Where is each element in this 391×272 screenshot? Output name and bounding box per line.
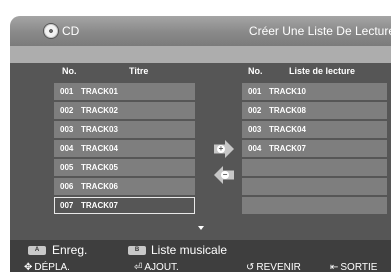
playlist-panel: CD Créer Une Liste De Lecture No. Titre …	[10, 16, 391, 272]
minus-icon: −	[221, 170, 229, 179]
remove-from-playlist-arrow[interactable]: −	[214, 166, 234, 184]
right-header-no: No.	[248, 66, 263, 76]
nav-add-label: AJOUT.	[144, 262, 179, 272]
playlist-track-name: TRACK08	[269, 106, 306, 115]
source-label: CD	[62, 24, 80, 38]
playlist-track-name: TRACK07	[269, 144, 306, 153]
playlist-row-empty[interactable]	[242, 197, 387, 214]
playlist-row[interactable]: 004 TRACK07	[242, 140, 387, 157]
screen-title: Créer Une Liste De Lecture	[248, 24, 391, 38]
playlist-number: 004	[248, 144, 262, 153]
track-name: TRACK04	[81, 144, 118, 153]
add-to-playlist-arrow[interactable]: +	[214, 140, 234, 158]
scroll-down-icon[interactable]	[198, 226, 204, 230]
nav-move-label: DÉPLA.	[34, 262, 70, 272]
playlist-number: 003	[248, 125, 262, 134]
screen: CD Créer Une Liste De Lecture No. Titre …	[0, 0, 391, 272]
track-row[interactable]: 002 TRACK02	[54, 102, 195, 119]
track-list: 001 TRACK01 002 TRACK02 003 TRACK03 004 TRAC…	[54, 83, 195, 216]
exit-icon: ⇤	[330, 262, 339, 272]
track-number: 002	[60, 106, 74, 115]
track-name: TRACK01	[81, 87, 118, 96]
nav-add: ⏎ AJOUT.	[134, 262, 179, 272]
nav-exit[interactable]: ⇤ SORTIE	[330, 262, 377, 272]
nav-move: ✥ DÉPLA.	[24, 262, 70, 272]
nav-exit-label: SORTIE	[340, 262, 378, 272]
cd-icon	[44, 24, 58, 38]
playlist-track-name: TRACK04	[269, 125, 306, 134]
music-list-button[interactable]: Liste musicale	[151, 243, 227, 257]
track-row[interactable]: 004 TRACK04	[54, 140, 195, 157]
playlist-row-empty[interactable]	[242, 178, 387, 195]
track-number: 006	[60, 182, 74, 191]
track-number: 004	[60, 144, 74, 153]
enter-icon: ⏎	[134, 262, 143, 272]
playlist-row-empty[interactable]	[242, 159, 387, 176]
playlist-row[interactable]: 002 TRACK08	[242, 102, 387, 119]
nav-back-label: REVENIR	[256, 262, 301, 272]
sub-bar	[10, 46, 391, 63]
playlist-row[interactable]: 001 TRACK10	[242, 83, 387, 100]
right-header-title: Liste de lecture	[289, 66, 356, 76]
left-header-no: No.	[62, 66, 77, 76]
track-row-selected[interactable]: 007 TRACK07	[54, 197, 195, 214]
track-number: 003	[60, 125, 74, 134]
four-way-arrow-icon: ✥	[24, 262, 33, 272]
nav-back[interactable]: ↺ REVENIR	[246, 262, 301, 272]
title-bar: CD Créer Une Liste De Lecture	[10, 16, 391, 46]
track-number: 007	[60, 201, 74, 210]
playlist-number: 001	[248, 87, 262, 96]
return-icon: ↺	[246, 262, 255, 272]
track-name: TRACK06	[81, 182, 118, 191]
track-name: TRACK03	[81, 125, 118, 134]
playlist-row[interactable]: 003 TRACK04	[242, 121, 387, 138]
playlist-number: 002	[248, 106, 262, 115]
track-row[interactable]: 006 TRACK06	[54, 178, 195, 195]
track-name: TRACK05	[81, 163, 118, 172]
a-key-icon[interactable]: A	[28, 246, 46, 255]
left-header-title: Titre	[129, 66, 149, 76]
track-number: 001	[60, 87, 74, 96]
save-button[interactable]: Enreg.	[52, 243, 87, 257]
track-name: TRACK07	[81, 201, 118, 210]
track-row[interactable]: 003 TRACK03	[54, 121, 195, 138]
track-row[interactable]: 001 TRACK01	[54, 83, 195, 100]
playlist-track-name: TRACK10	[269, 87, 306, 96]
plus-icon: +	[217, 144, 225, 153]
playlist-list: 001 TRACK10 002 TRACK08 003 TRACK04 004 TRAC…	[242, 83, 387, 216]
track-row[interactable]: 005 TRACK05	[54, 159, 195, 176]
track-number: 005	[60, 163, 74, 172]
b-key-icon[interactable]: B	[128, 246, 146, 255]
track-name: TRACK02	[81, 106, 118, 115]
